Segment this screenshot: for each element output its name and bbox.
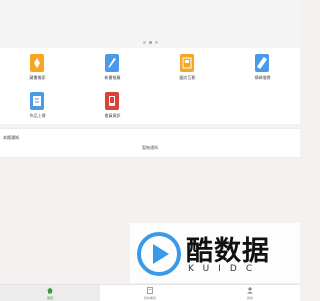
feature-label: 會員資訊	[104, 113, 121, 118]
photo-book-icon	[180, 54, 194, 72]
feature-label: 作品上傳	[29, 113, 46, 118]
carousel-banner[interactable]	[0, 0, 300, 48]
tab-home[interactable]: 首頁	[0, 285, 100, 301]
feature-tile-new-books[interactable]: 新書推薦	[75, 48, 150, 86]
feature-label: 藏書檢索	[29, 75, 46, 80]
feature-tile-photo-book[interactable]: 圖文互影	[150, 48, 225, 86]
mobile-icon	[105, 92, 119, 110]
tab-label: 我的	[246, 296, 253, 300]
empty-state-text: 暫無通知	[142, 145, 158, 150]
home-icon	[47, 287, 53, 294]
watermark-title: 酷数据	[186, 236, 270, 267]
tab-bookshelf[interactable]: 我的書架	[100, 285, 200, 301]
feature-tile-member[interactable]: 會員資訊	[75, 86, 150, 124]
feature-label: 圖文互影	[179, 75, 196, 80]
tab-label: 首頁	[46, 296, 53, 300]
section-title: 本館通知	[3, 135, 19, 140]
carousel-dot-active[interactable]	[148, 41, 152, 44]
tab-label: 我的書架	[143, 296, 156, 300]
watermark-logo: 酷数据 KUIDC	[130, 223, 300, 283]
feature-tile-scan[interactable]: 掃碼借閱	[225, 48, 300, 86]
feature-label: 掃碼借閱	[254, 75, 271, 80]
ruler-icon	[255, 54, 269, 72]
feature-grid: 藏書檢索 新書推薦 圖文互影 掃碼借閱 作品上傳 會員資訊	[0, 48, 300, 124]
watermark-subtitle: KUIDC	[188, 264, 262, 274]
play-logo-icon	[137, 232, 181, 276]
feature-tile-upload[interactable]: 作品上傳	[0, 86, 75, 124]
bookshelf-icon	[147, 287, 153, 294]
pen-icon	[30, 54, 44, 72]
feature-tile-search[interactable]: 藏書檢索	[0, 48, 75, 86]
bottom-tab-bar: 首頁 我的書架 我的	[0, 284, 300, 301]
carousel-dot[interactable]	[142, 41, 146, 44]
brush-icon	[105, 54, 119, 72]
tab-profile[interactable]: 我的	[200, 285, 300, 301]
carousel-dot[interactable]	[154, 41, 158, 44]
document-icon	[30, 92, 44, 110]
user-icon	[247, 287, 253, 294]
carousel-indicator	[0, 41, 300, 45]
feature-label: 新書推薦	[104, 75, 121, 80]
notice-section: 本館通知 暫無通知	[0, 128, 300, 158]
